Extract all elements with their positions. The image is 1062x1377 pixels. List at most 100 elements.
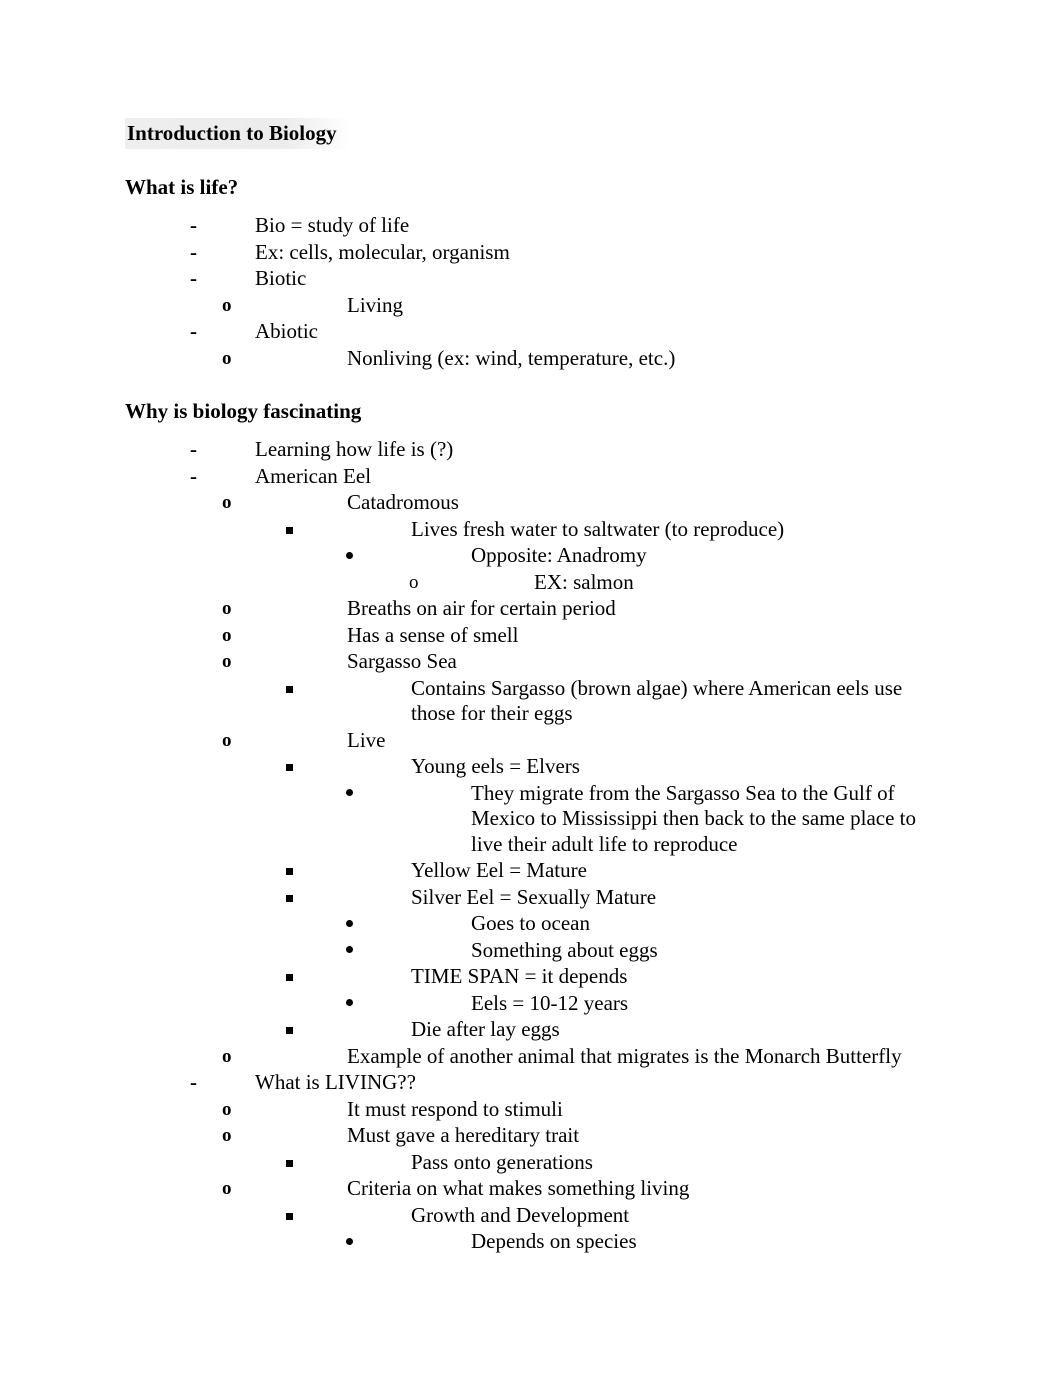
list-item: - Bio = study of life	[190, 213, 932, 240]
bullet-round-icon	[346, 543, 375, 567]
list-item: - Ex: cells, molecular, organism	[190, 240, 932, 267]
bullet-round-icon	[346, 1229, 375, 1253]
list-item: TIME SPAN = it depends	[286, 964, 932, 991]
list-item: o Live	[222, 728, 932, 755]
outline-list: - Bio = study of life - Ex: cells, molecula…	[125, 213, 932, 372]
bullet-letter-o-bold-icon: o	[222, 651, 232, 673]
bullet-square-icon	[286, 517, 312, 544]
list-item: Eels = 10-12 years	[346, 991, 932, 1018]
list-item-text: What is LIVING??	[255, 1070, 416, 1095]
bullet-square-icon	[286, 676, 312, 703]
list-item: o Example of another animal that migrates…	[222, 1044, 932, 1071]
list-item-text: Has a sense of smell	[347, 622, 519, 647]
list-item-text: Die after lay eggs	[411, 1017, 560, 1042]
section-heading: What is life?	[125, 175, 239, 200]
list-item: They migrate from the Sargasso Sea to th…	[346, 781, 932, 859]
list-item: - Abiotic	[190, 319, 932, 346]
list-item: Young eels = Elvers	[286, 754, 932, 781]
list-item-text: Abiotic	[255, 319, 318, 344]
list-item: Depends on species	[346, 1229, 932, 1256]
bullet-square-icon	[286, 1017, 312, 1044]
document-title-wrapper: Introduction to Biology	[125, 118, 932, 175]
list-item: o Living	[222, 293, 932, 320]
list-item-text: Catadromous	[347, 490, 459, 515]
list-item: Contains Sargasso (brown algae) where Am…	[286, 676, 932, 728]
document-page: Introduction to Biology What is life? - Bi…	[0, 0, 1062, 1377]
bullet-letter-o-bold-icon: o	[222, 1178, 232, 1200]
list-item-text: Eels = 10-12 years	[471, 990, 629, 1015]
list-item-text: Opposite: Anadromy	[471, 543, 647, 568]
list-item: Growth and Development	[286, 1203, 932, 1230]
bullet-square-icon	[286, 754, 312, 781]
list-item-text: TIME SPAN = it depends	[411, 964, 628, 989]
bullet-square-icon	[286, 964, 312, 991]
list-item: - Learning how life is (?)	[190, 437, 932, 464]
bullet-hyphen-icon: -	[190, 266, 197, 291]
bullet-square-icon	[286, 1203, 312, 1230]
bullet-letter-o-bold-icon: o	[222, 729, 232, 751]
bullet-round-icon	[346, 781, 375, 805]
list-item: Silver Eel = Sexually Mature	[286, 885, 932, 912]
list-item-text: Contains Sargasso (brown algae) where Am…	[411, 675, 903, 726]
bullet-letter-o-bold-icon: o	[222, 492, 232, 514]
list-item-text: Pass onto generations	[411, 1149, 593, 1174]
list-item-text: Living	[347, 292, 403, 317]
list-item-text: Live	[347, 727, 386, 752]
list-item-text: Lives fresh water to saltwater (to repro…	[411, 516, 785, 541]
bullet-round-icon	[346, 938, 375, 962]
list-item-text: It must respond to stimuli	[347, 1096, 563, 1121]
list-item: Yellow Eel = Mature	[286, 858, 932, 885]
list-item: Something about eggs	[346, 938, 932, 965]
list-item-text: EX: salmon	[534, 569, 634, 594]
bullet-hyphen-icon: -	[190, 213, 197, 238]
bullet-letter-o-bold-icon: o	[222, 347, 232, 369]
list-item: o Catadromous	[222, 490, 932, 517]
list-item-text: Goes to ocean	[471, 911, 590, 936]
bullet-hyphen-icon: -	[190, 437, 197, 462]
bullet-square-icon	[286, 858, 312, 885]
bullet-square-icon	[286, 1150, 312, 1177]
list-item-text: Must gave a hereditary trait	[347, 1123, 580, 1148]
list-item: - Biotic	[190, 266, 932, 293]
bullet-hyphen-icon: -	[190, 1070, 197, 1095]
list-item: o Breaths on air for certain period	[222, 596, 932, 623]
bullet-hyphen-icon: -	[190, 239, 197, 264]
list-item: o Has a sense of smell	[222, 623, 932, 650]
bullet-letter-o-bold-icon: o	[222, 1125, 232, 1147]
list-item-text: Silver Eel = Sexually Mature	[411, 884, 657, 909]
list-item-text: Sargasso Sea	[347, 649, 457, 674]
list-item: Goes to ocean	[346, 911, 932, 938]
list-item-text: Bio = study of life	[255, 213, 410, 238]
list-item-text: Criteria on what makes something living	[347, 1176, 690, 1201]
list-item: o Must gave a hereditary trait	[222, 1123, 932, 1150]
outline-list: - Learning how life is (?) - American Eel o C…	[125, 437, 932, 1256]
list-item: o EX: salmon	[409, 570, 932, 597]
section-heading: Why is biology fascinating	[125, 399, 362, 424]
list-item-text: Ex: cells, molecular, organism	[255, 239, 510, 264]
bullet-letter-o-bold-icon: o	[222, 598, 232, 620]
list-item: Lives fresh water to saltwater (to repro…	[286, 517, 932, 544]
list-item: o Criteria on what makes something living	[222, 1176, 932, 1203]
list-item-text: They migrate from the Sargasso Sea to th…	[471, 780, 916, 856]
bullet-hyphen-icon: -	[190, 319, 197, 344]
list-item: o It must respond to stimuli	[222, 1097, 932, 1124]
bullet-letter-o-bold-icon: o	[222, 1045, 232, 1067]
bullet-round-icon	[346, 911, 375, 935]
list-item-text: Growth and Development	[411, 1202, 630, 1227]
bullet-letter-o-bold-icon: o	[222, 294, 232, 316]
bullet-letter-o-icon: o	[409, 571, 419, 593]
list-item-text: Biotic	[255, 266, 307, 291]
bullet-square-icon	[286, 885, 312, 912]
bullet-hyphen-icon: -	[190, 463, 197, 488]
list-item-text: Something about eggs	[471, 937, 658, 962]
document-body: What is life? - Bio = study of life - Ex: ce…	[125, 175, 932, 1256]
list-item: o Nonliving (ex: wind, temperature, etc.)	[222, 346, 932, 373]
list-item-text: Yellow Eel = Mature	[411, 858, 587, 883]
bullet-round-icon	[346, 991, 375, 1015]
page-title: Introduction to Biology	[125, 118, 351, 150]
list-item: Opposite: Anadromy	[346, 543, 932, 570]
bullet-letter-o-bold-icon: o	[222, 1098, 232, 1120]
list-item-text: American Eel	[255, 463, 372, 488]
list-item: - American Eel	[190, 464, 932, 491]
list-item-text: Depends on species	[471, 1229, 637, 1254]
